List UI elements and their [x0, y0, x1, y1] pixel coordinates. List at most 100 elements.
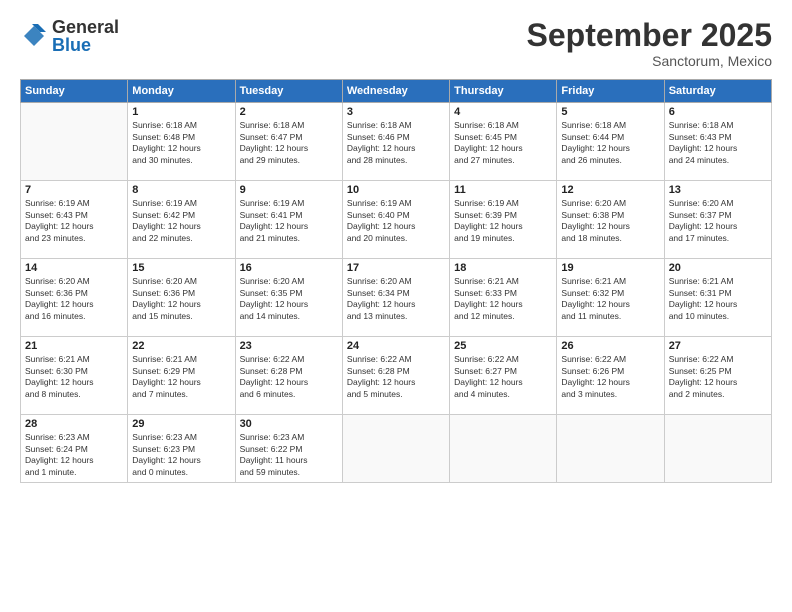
day-number: 11	[454, 184, 552, 196]
day-info: Sunrise: 6:23 AM Sunset: 6:22 PM Dayligh…	[240, 432, 338, 478]
table-row	[450, 415, 557, 483]
day-info: Sunrise: 6:20 AM Sunset: 6:36 PM Dayligh…	[25, 276, 123, 322]
table-row	[664, 415, 771, 483]
day-info: Sunrise: 6:19 AM Sunset: 6:42 PM Dayligh…	[132, 198, 230, 244]
day-info: Sunrise: 6:20 AM Sunset: 6:35 PM Dayligh…	[240, 276, 338, 322]
table-row: 20 Sunrise: 6:21 AM Sunset: 6:31 PM Dayli…	[664, 259, 771, 337]
day-number: 17	[347, 262, 445, 274]
day-number: 15	[132, 262, 230, 274]
day-number: 18	[454, 262, 552, 274]
day-info: Sunrise: 6:18 AM Sunset: 6:46 PM Dayligh…	[347, 120, 445, 166]
header-wednesday: Wednesday	[342, 80, 449, 103]
table-row: 4 Sunrise: 6:18 AM Sunset: 6:45 PM Daylig…	[450, 103, 557, 181]
day-number: 26	[561, 340, 659, 352]
day-number: 9	[240, 184, 338, 196]
day-number: 13	[669, 184, 767, 196]
month-title: September 2025	[527, 18, 772, 53]
day-number: 29	[132, 418, 230, 430]
day-number: 25	[454, 340, 552, 352]
day-number: 28	[25, 418, 123, 430]
day-number: 24	[347, 340, 445, 352]
day-number: 20	[669, 262, 767, 274]
day-number: 2	[240, 106, 338, 118]
table-row: 25 Sunrise: 6:22 AM Sunset: 6:27 PM Dayli…	[450, 337, 557, 415]
table-row: 27Sunrise: 6:22 AM Sunset: 6:25 PM Dayli…	[664, 337, 771, 415]
header-monday: Monday	[128, 80, 235, 103]
day-number: 21	[25, 340, 123, 352]
day-number: 12	[561, 184, 659, 196]
table-row: 23 Sunrise: 6:22 AM Sunset: 6:28 PM Dayli…	[235, 337, 342, 415]
day-number: 6	[669, 106, 767, 118]
logo-blue: Blue	[52, 36, 119, 54]
table-row: 15Sunrise: 6:20 AM Sunset: 6:36 PM Dayli…	[128, 259, 235, 337]
day-number: 5	[561, 106, 659, 118]
day-info: Sunrise: 6:18 AM Sunset: 6:43 PM Dayligh…	[669, 120, 767, 166]
day-info: Sunrise: 6:19 AM Sunset: 6:43 PM Dayligh…	[25, 198, 123, 244]
day-info: Sunrise: 6:18 AM Sunset: 6:48 PM Dayligh…	[132, 120, 230, 166]
table-row: 14 Sunrise: 6:20 AM Sunset: 6:36 PM Dayli…	[21, 259, 128, 337]
day-info: Sunrise: 6:18 AM Sunset: 6:44 PM Dayligh…	[561, 120, 659, 166]
title-block: September 2025 Sanctorum, Mexico	[527, 18, 772, 69]
day-info: Sunrise: 6:19 AM Sunset: 6:41 PM Dayligh…	[240, 198, 338, 244]
day-number: 1	[132, 106, 230, 118]
table-row: 24 Sunrise: 6:22 AM Sunset: 6:28 PM Dayli…	[342, 337, 449, 415]
table-row	[342, 415, 449, 483]
table-row: 17 Sunrise: 6:20 AM Sunset: 6:34 PM Dayli…	[342, 259, 449, 337]
logo-text: General Blue	[52, 18, 119, 54]
table-row: 16Sunrise: 6:20 AM Sunset: 6:35 PM Dayli…	[235, 259, 342, 337]
table-row: 6 Sunrise: 6:18 AM Sunset: 6:43 PM Daylig…	[664, 103, 771, 181]
table-row: 8 Sunrise: 6:19 AM Sunset: 6:42 PM Daylig…	[128, 181, 235, 259]
table-row: 9 Sunrise: 6:19 AM Sunset: 6:41 PM Daylig…	[235, 181, 342, 259]
day-number: 30	[240, 418, 338, 430]
day-info: Sunrise: 6:18 AM Sunset: 6:45 PM Dayligh…	[454, 120, 552, 166]
day-info: Sunrise: 6:21 AM Sunset: 6:30 PM Dayligh…	[25, 354, 123, 400]
table-row: 26 Sunrise: 6:22 AM Sunset: 6:26 PM Dayli…	[557, 337, 664, 415]
table-row: 19 Sunrise: 6:21 AM Sunset: 6:32 PM Dayli…	[557, 259, 664, 337]
day-number: 8	[132, 184, 230, 196]
table-row: 7 Sunrise: 6:19 AM Sunset: 6:43 PM Daylig…	[21, 181, 128, 259]
day-info: Sunrise: 6:21 AM Sunset: 6:31 PM Dayligh…	[669, 276, 767, 322]
header-saturday: Saturday	[664, 80, 771, 103]
logo: General Blue	[20, 18, 119, 54]
day-info: Sunrise: 6:22 AM Sunset: 6:25 PM Dayligh…	[669, 354, 767, 400]
day-info: Sunrise: 6:21 AM Sunset: 6:33 PM Dayligh…	[454, 276, 552, 322]
table-row	[557, 415, 664, 483]
page-header: General Blue September 2025 Sanctorum, M…	[20, 18, 772, 69]
table-row: 12Sunrise: 6:20 AM Sunset: 6:38 PM Dayli…	[557, 181, 664, 259]
table-row: 28 Sunrise: 6:23 AM Sunset: 6:24 PM Dayli…	[21, 415, 128, 483]
table-row: 1 Sunrise: 6:18 AM Sunset: 6:48 PM Daylig…	[128, 103, 235, 181]
day-number: 4	[454, 106, 552, 118]
day-number: 14	[25, 262, 123, 274]
logo-general: General	[52, 18, 119, 36]
day-info: Sunrise: 6:23 AM Sunset: 6:24 PM Dayligh…	[25, 432, 123, 478]
day-info: Sunrise: 6:19 AM Sunset: 6:39 PM Dayligh…	[454, 198, 552, 244]
table-row: 10 Sunrise: 6:19 AM Sunset: 6:40 PM Dayli…	[342, 181, 449, 259]
location-subtitle: Sanctorum, Mexico	[527, 53, 772, 69]
day-number: 3	[347, 106, 445, 118]
table-row: 2 Sunrise: 6:18 AM Sunset: 6:47 PM Daylig…	[235, 103, 342, 181]
header-thursday: Thursday	[450, 80, 557, 103]
table-row: 21 Sunrise: 6:21 AM Sunset: 6:30 PM Dayli…	[21, 337, 128, 415]
day-info: Sunrise: 6:22 AM Sunset: 6:27 PM Dayligh…	[454, 354, 552, 400]
day-info: Sunrise: 6:21 AM Sunset: 6:29 PM Dayligh…	[132, 354, 230, 400]
day-info: Sunrise: 6:21 AM Sunset: 6:32 PM Dayligh…	[561, 276, 659, 322]
table-row: 29Sunrise: 6:23 AM Sunset: 6:23 PM Dayli…	[128, 415, 235, 483]
day-info: Sunrise: 6:22 AM Sunset: 6:28 PM Dayligh…	[347, 354, 445, 400]
day-info: Sunrise: 6:22 AM Sunset: 6:28 PM Dayligh…	[240, 354, 338, 400]
day-info: Sunrise: 6:20 AM Sunset: 6:37 PM Dayligh…	[669, 198, 767, 244]
header-friday: Friday	[557, 80, 664, 103]
table-row: 5 Sunrise: 6:18 AM Sunset: 6:44 PM Daylig…	[557, 103, 664, 181]
header-tuesday: Tuesday	[235, 80, 342, 103]
day-number: 23	[240, 340, 338, 352]
day-number: 19	[561, 262, 659, 274]
table-row: 22Sunrise: 6:21 AM Sunset: 6:29 PM Dayli…	[128, 337, 235, 415]
weekday-header-row: Sunday Monday Tuesday Wednesday Thursday…	[21, 80, 772, 103]
day-number: 10	[347, 184, 445, 196]
day-info: Sunrise: 6:22 AM Sunset: 6:26 PM Dayligh…	[561, 354, 659, 400]
table-row	[21, 103, 128, 181]
day-number: 7	[25, 184, 123, 196]
table-row: 11 Sunrise: 6:19 AM Sunset: 6:39 PM Dayli…	[450, 181, 557, 259]
day-info: Sunrise: 6:19 AM Sunset: 6:40 PM Dayligh…	[347, 198, 445, 244]
day-info: Sunrise: 6:20 AM Sunset: 6:34 PM Dayligh…	[347, 276, 445, 322]
day-info: Sunrise: 6:18 AM Sunset: 6:47 PM Dayligh…	[240, 120, 338, 166]
